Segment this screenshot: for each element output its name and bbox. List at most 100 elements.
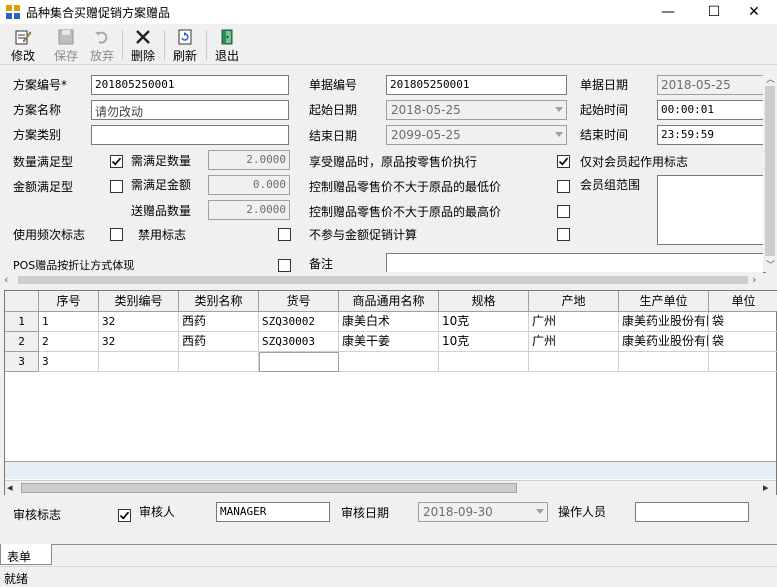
grid-cell[interactable] [179, 352, 259, 372]
grid-column-header[interactable]: 规格 [439, 291, 529, 312]
grid-column-header[interactable]: 商品通用名称 [339, 291, 439, 312]
grid-cell[interactable] [259, 352, 339, 372]
need-qty-field[interactable]: 2.0000 [208, 150, 290, 170]
ctrl-max-checkbox[interactable] [557, 205, 570, 218]
form-scroll-thumb[interactable] [765, 86, 775, 256]
end-time-label: 结束时间 [580, 128, 629, 142]
grid-cell[interactable]: 康美药业股份有限 [619, 312, 709, 332]
grid-cell[interactable] [339, 352, 439, 372]
edit-button[interactable]: 修改 [8, 26, 38, 64]
grid-row-header[interactable]: 3 [5, 352, 39, 372]
grid-cell[interactable]: 2 [39, 332, 99, 352]
audit-flag-label: 审核标志 [13, 508, 62, 522]
grid-cell[interactable]: SZQ30002 [259, 312, 339, 332]
scroll-up-icon: ︿ [766, 75, 776, 85]
grid-cell[interactable]: SZQ30003 [259, 332, 339, 352]
close-button[interactable]: ✕ [731, 0, 777, 24]
grid-row-header[interactable]: 1 [5, 312, 39, 332]
save-button[interactable]: 保存 [51, 26, 81, 64]
ctrl-min-checkbox[interactable] [557, 180, 570, 193]
grid-cell[interactable]: 32 [99, 312, 179, 332]
gift-retail-checkbox[interactable] [557, 155, 570, 168]
disable-checkbox[interactable] [278, 228, 291, 241]
detail-grid[interactable]: 序号 类别编号 类别名称 货号 商品通用名称 规格 产地 生产单位 单位 1 1 32 西药 SZQ30… [4, 290, 777, 495]
end-time-field[interactable]: 23:59:59 [657, 125, 765, 145]
grid-column-header[interactable]: 序号 [39, 291, 99, 312]
no-amount-calc-checkbox[interactable] [557, 228, 570, 241]
refresh-button[interactable]: 刷新 [170, 26, 200, 64]
grid-cell[interactable]: 康美白术 [339, 312, 439, 332]
auditor-checkbox[interactable] [118, 509, 131, 522]
use-freq-checkbox[interactable] [110, 228, 123, 241]
grid-cell[interactable]: 袋 [709, 332, 777, 352]
auditor-field[interactable]: MANAGER [216, 502, 330, 522]
chevron-down-icon [536, 509, 544, 514]
edit-icon [15, 30, 32, 45]
member-group-field[interactable] [657, 175, 765, 245]
toolbar-separator [164, 30, 165, 60]
doc-date-label: 单据日期 [580, 78, 629, 92]
grid-column-header[interactable]: 货号 [259, 291, 339, 312]
grid-cell[interactable]: 10克 [439, 312, 529, 332]
doc-no-field[interactable]: 201805250001 [386, 75, 567, 95]
end-date-picker[interactable]: 2099-05-25 [386, 125, 567, 145]
grid-cell[interactable]: 康美药业股份有限 [619, 332, 709, 352]
plan-name-field[interactable]: 请勿改动 [91, 100, 289, 120]
qty-type-checkbox[interactable] [110, 155, 123, 168]
grid-cell[interactable] [439, 352, 529, 372]
grid-cell[interactable]: 广州 [529, 332, 619, 352]
operator-field[interactable] [635, 502, 749, 522]
doc-date-field[interactable]: 2018-05-25 [657, 75, 765, 95]
grid-hscroll-thumb[interactable] [21, 483, 517, 493]
window-title: 品种集合买赠促销方案赠品 [26, 6, 171, 20]
discard-button[interactable]: 放弃 [87, 26, 117, 64]
need-amount-field[interactable]: 0.000 [208, 175, 290, 195]
grid-cell[interactable] [619, 352, 709, 372]
grid-cell[interactable] [529, 352, 619, 372]
plan-no-field[interactable]: 201805250001 [91, 75, 289, 95]
audit-date-picker[interactable]: 2018-09-30 [418, 502, 548, 522]
grid-cell[interactable]: 康美干姜 [339, 332, 439, 352]
grid-cell[interactable]: 广州 [529, 312, 619, 332]
grid-column-header[interactable]: 产地 [529, 291, 619, 312]
grid-cell[interactable]: 1 [39, 312, 99, 332]
member-only-label: 仅对会员起作用标志 [580, 155, 689, 169]
grid-cell[interactable]: 10克 [439, 332, 529, 352]
tab-form[interactable]: 表单 [0, 544, 52, 565]
toolbar-divider [0, 64, 777, 65]
remark-field[interactable] [386, 253, 766, 273]
tab-form-label: 表单 [7, 550, 32, 564]
exit-button[interactable]: 退出 [212, 26, 242, 64]
delete-button[interactable]: 删除 [128, 26, 158, 64]
grid-cell[interactable]: 3 [39, 352, 99, 372]
form-hscroll-thumb[interactable] [18, 276, 748, 284]
grid-column-header[interactable]: 类别名称 [179, 291, 259, 312]
auditor-label: 审核人 [139, 505, 176, 519]
member-group-label: 会员组范围 [580, 178, 641, 192]
grid-horizontal-scrollbar[interactable]: ◂ ▸ [5, 480, 776, 495]
minimize-button[interactable]: — [645, 0, 691, 24]
form-horizontal-scrollbar[interactable]: ‹ › [0, 272, 763, 288]
amount-type-checkbox[interactable] [110, 180, 123, 193]
form-vertical-scrollbar[interactable]: ︿ ﹀ [763, 66, 777, 272]
grid-row-header[interactable]: 2 [5, 332, 39, 352]
minimize-icon: — [661, 4, 675, 20]
grid-column-header[interactable]: 类别编号 [99, 291, 179, 312]
start-time-field[interactable]: 00:00:01 [657, 100, 765, 120]
gift-qty-field[interactable]: 2.0000 [208, 200, 290, 220]
toolbar: 修改 保存 放弃 删除 刷新 退出 [0, 26, 777, 64]
grid-cell[interactable]: 西药 [179, 332, 259, 352]
toolbar-separator [122, 30, 123, 60]
start-time-label: 起始时间 [580, 103, 629, 117]
grid-cell[interactable] [709, 352, 777, 372]
plan-type-field[interactable] [91, 125, 289, 145]
grid-column-header[interactable]: 单位 [709, 291, 777, 312]
pos-discount-checkbox[interactable] [278, 259, 291, 272]
grid-cell[interactable]: 西药 [179, 312, 259, 332]
grid-column-header[interactable]: 生产单位 [619, 291, 709, 312]
grid-cell[interactable] [99, 352, 179, 372]
grid-cell[interactable]: 32 [99, 332, 179, 352]
need-amount-label: 需满足金额 [131, 178, 192, 192]
grid-cell[interactable]: 袋 [709, 312, 777, 332]
start-date-picker[interactable]: 2018-05-25 [386, 100, 567, 120]
